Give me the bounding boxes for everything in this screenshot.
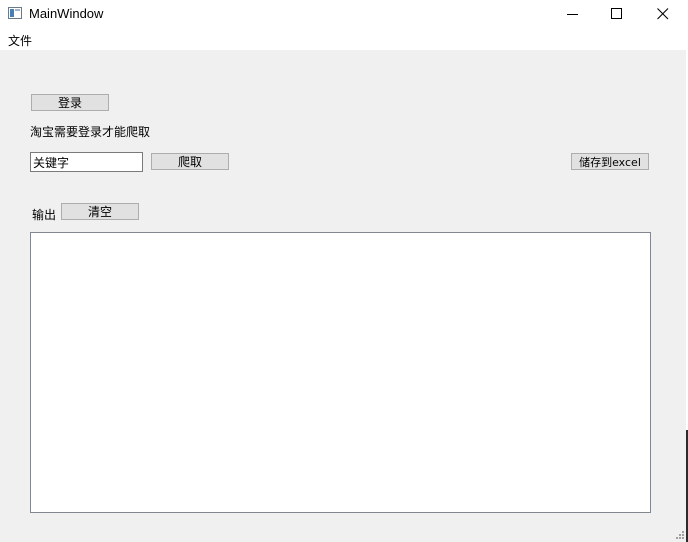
save-excel-button[interactable]: 储存到excel [571, 153, 649, 170]
minimize-icon [567, 14, 578, 15]
clear-button[interactable]: 清空 [61, 203, 139, 220]
output-label: 输出 [32, 208, 57, 222]
maximize-button[interactable] [594, 0, 640, 28]
crawl-button[interactable]: 爬取 [151, 153, 229, 170]
close-button[interactable] [640, 0, 686, 28]
login-hint-label: 淘宝需要登录才能爬取 [30, 125, 151, 139]
login-button[interactable]: 登录 [31, 94, 109, 111]
maximize-icon [611, 8, 622, 19]
close-icon [657, 8, 669, 20]
minimize-button[interactable] [550, 0, 596, 28]
menu-bar: 文件 [0, 28, 686, 50]
window-title: MainWindow [29, 6, 104, 21]
keyword-input[interactable] [30, 152, 143, 172]
resize-grip-icon[interactable] [676, 531, 685, 540]
output-textarea[interactable] [30, 232, 651, 513]
menu-file[interactable]: 文件 [8, 32, 32, 49]
app-window-icon [8, 7, 22, 19]
title-bar: MainWindow [0, 0, 686, 28]
